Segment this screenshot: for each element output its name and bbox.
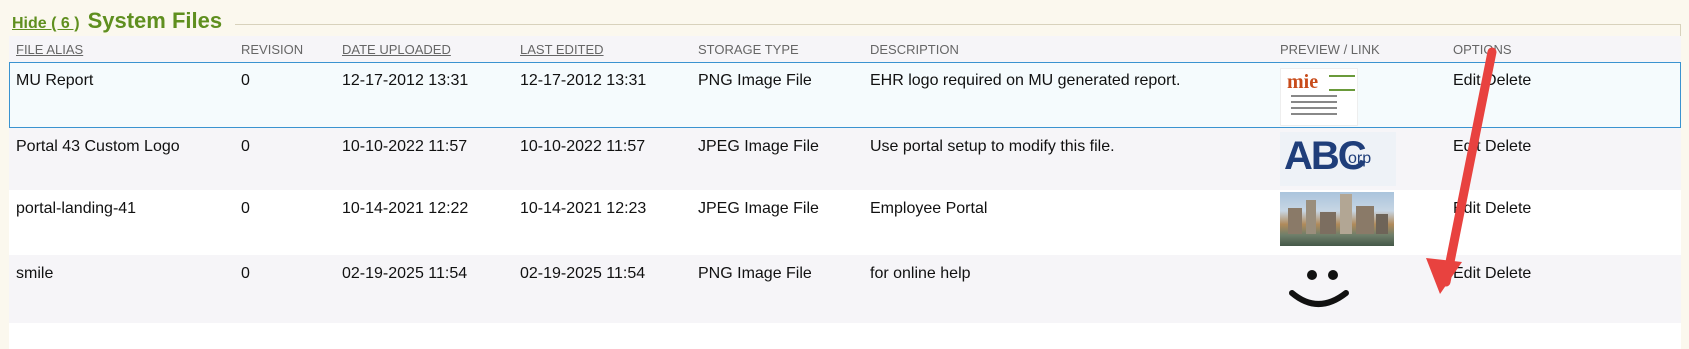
delete-link[interactable]: Delete <box>1485 138 1531 155</box>
column-header-preview-link: PREVIEW / LINK <box>1273 36 1446 62</box>
table-header-row: FILE ALIAS REVISION DATE UPLOADED LAST E… <box>9 36 1681 62</box>
file-alias-cell: MU Report <box>16 72 94 89</box>
preview-cell <box>1273 255 1446 323</box>
storage-type-cell: JPEG Image File <box>698 200 819 217</box>
last-edited-cell: 10-10-2022 11:57 <box>520 138 646 155</box>
delete-link[interactable]: Delete <box>1485 200 1531 217</box>
date-uploaded-cell: 10-14-2021 12:22 <box>342 200 469 217</box>
description-cell: EHR logo required on MU generated report… <box>870 72 1181 89</box>
date-uploaded-cell: 02-19-2025 11:54 <box>342 265 468 282</box>
mie-logo-tagline-graphic <box>1329 75 1355 91</box>
table-row[interactable]: Portal 43 Custom Logo 0 10-10-2022 11:57… <box>9 128 1681 190</box>
delete-link[interactable]: Delete <box>1485 265 1531 282</box>
date-uploaded-cell: 10-10-2022 11:57 <box>342 138 468 155</box>
preview-cell <box>1273 190 1446 255</box>
options-cell: Edit Delete <box>1446 190 1681 255</box>
revision-cell: 0 <box>241 200 250 217</box>
storage-type-cell: PNG Image File <box>698 72 812 89</box>
description-cell: Use portal setup to modify this file. <box>870 138 1115 155</box>
edit-link[interactable]: Edit <box>1453 138 1481 155</box>
abc-corp-logo-thumbnail[interactable]: ABC orp <box>1280 132 1396 186</box>
file-alias-cell: smile <box>16 265 54 282</box>
column-header-options: OPTIONS <box>1446 36 1681 62</box>
options-cell: Edit Delete <box>1446 255 1681 323</box>
column-header-file-alias[interactable]: FILE ALIAS <box>9 36 234 62</box>
hide-section-link[interactable]: Hide ( 6 ) <box>12 15 80 33</box>
city-photo-thumbnail[interactable] <box>1280 192 1394 246</box>
storage-type-cell: PNG Image File <box>698 265 812 282</box>
description-cell: Employee Portal <box>870 200 988 217</box>
column-header-date-uploaded[interactable]: DATE UPLOADED <box>335 36 513 62</box>
file-alias-cell: Portal 43 Custom Logo <box>16 138 180 155</box>
revision-cell: 0 <box>241 265 250 282</box>
revision-cell: 0 <box>241 72 250 89</box>
table-row[interactable]: portal-landing-41 0 10-14-2021 12:22 10-… <box>9 190 1681 255</box>
options-cell: Edit Delete <box>1446 128 1681 190</box>
table-row[interactable]: smile 0 02-19-2025 11:54 02-19-2025 11:5… <box>9 255 1681 323</box>
last-edited-cell: 02-19-2025 11:54 <box>520 265 646 282</box>
smiley-thumbnail[interactable] <box>1280 263 1360 323</box>
column-header-revision: REVISION <box>234 36 335 62</box>
revision-cell: 0 <box>241 138 250 155</box>
column-header-last-edited[interactable]: LAST EDITED <box>513 36 691 62</box>
mie-address-graphic <box>1291 95 1337 119</box>
last-edited-cell: 12-17-2012 13:31 <box>520 72 647 89</box>
description-cell: for online help <box>870 265 971 282</box>
delete-link[interactable]: Delete <box>1485 72 1531 89</box>
date-uploaded-cell: 12-17-2012 13:31 <box>342 72 469 89</box>
section-title: System Files <box>87 8 223 33</box>
last-edited-cell: 10-14-2021 12:23 <box>520 200 647 217</box>
fieldset-border <box>235 24 1681 25</box>
storage-type-cell: JPEG Image File <box>698 138 819 155</box>
system-files-table: FILE ALIAS REVISION DATE UPLOADED LAST E… <box>9 36 1681 349</box>
preview-cell: mie <box>1273 62 1446 128</box>
edit-link[interactable]: Edit <box>1453 265 1481 282</box>
options-cell: Edit Delete <box>1446 62 1681 128</box>
preview-cell: ABC orp <box>1273 128 1446 190</box>
edit-link[interactable]: Edit <box>1453 72 1481 89</box>
file-alias-cell: portal-landing-41 <box>16 200 137 217</box>
column-header-description: DESCRIPTION <box>863 36 1273 62</box>
table-row[interactable]: MU Report 0 12-17-2012 13:31 12-17-2012 … <box>9 62 1681 128</box>
edit-link[interactable]: Edit <box>1453 200 1481 217</box>
section-legend: Hide ( 6 ) System Files <box>12 8 229 34</box>
column-header-storage-type: STORAGE TYPE <box>691 36 863 62</box>
mie-logo-thumbnail[interactable]: mie <box>1280 68 1358 126</box>
mie-logo-text: mie <box>1287 71 1319 93</box>
abc-logo-suffix: orp <box>1348 150 1372 167</box>
